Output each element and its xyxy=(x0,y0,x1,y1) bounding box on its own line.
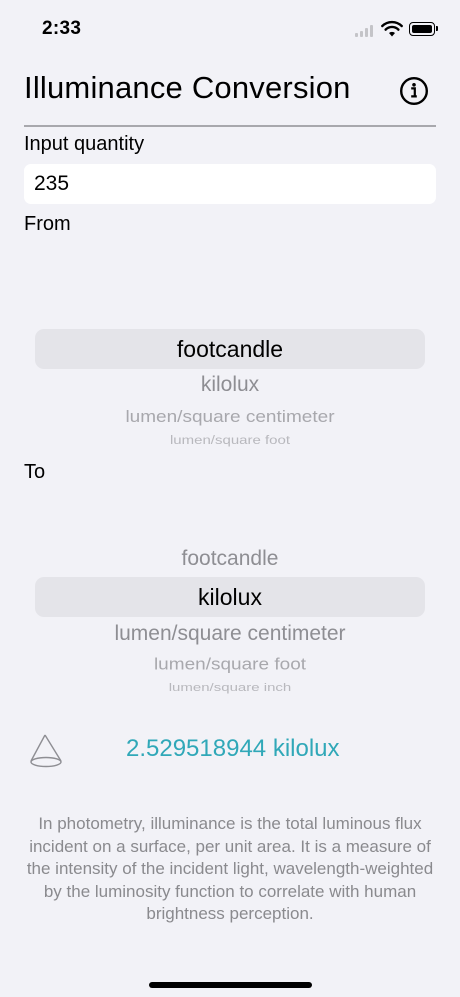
picker-option-selected[interactable]: kilolux xyxy=(35,584,425,611)
cellular-signal-icon xyxy=(355,25,375,37)
from-unit-picker[interactable]: footcandle kilolux lumen/square centimet… xyxy=(35,329,425,454)
from-label: From xyxy=(24,213,71,235)
quantity-input[interactable] xyxy=(24,164,436,204)
status-bar: 2:33 xyxy=(0,0,460,60)
picker-option[interactable]: footcandle xyxy=(35,547,425,571)
battery-icon xyxy=(409,22,438,36)
cone-icon xyxy=(30,734,62,768)
picker-option[interactable]: lumen/square centimeter xyxy=(35,622,425,646)
info-button[interactable] xyxy=(399,76,429,106)
picker-option[interactable]: lumen/square centimeter xyxy=(35,409,425,428)
picker-option[interactable]: lumen/square foot xyxy=(35,434,425,448)
to-label: To xyxy=(24,461,46,483)
picker-option[interactable]: lumen/square inch xyxy=(35,681,425,694)
picker-option-selected[interactable]: footcandle xyxy=(35,336,425,363)
header-divider xyxy=(24,125,436,127)
conversion-result: 2.529518944 kilolux xyxy=(126,735,340,762)
input-quantity-label: Input quantity xyxy=(24,133,145,155)
wifi-icon xyxy=(381,20,403,37)
picker-option[interactable]: kilolux xyxy=(35,373,425,397)
to-unit-picker[interactable]: footcandle kilolux lumen/square centimet… xyxy=(35,544,425,694)
picker-option[interactable]: lumen/square foot xyxy=(35,655,425,674)
info-icon xyxy=(399,76,429,106)
home-indicator[interactable] xyxy=(149,982,312,988)
illuminance-description: In photometry, illuminance is the total … xyxy=(26,814,434,923)
status-time: 2:33 xyxy=(42,18,82,39)
page-title: Illuminance Conversion xyxy=(24,70,351,105)
